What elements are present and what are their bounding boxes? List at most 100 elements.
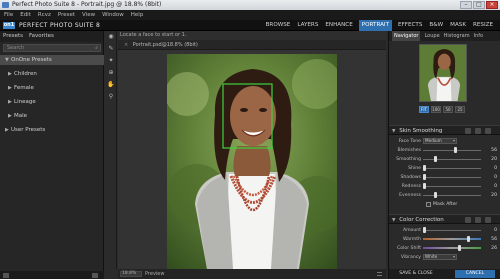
- reset-icon[interactable]: [465, 128, 471, 134]
- section-menu-icon[interactable]: [485, 128, 491, 134]
- mask-after-checkbox[interactable]: [426, 202, 431, 207]
- perfect-brush-icon[interactable]: ✎: [107, 45, 115, 53]
- slider-handle[interactable]: [434, 156, 437, 162]
- menu-item-file[interactable]: File: [4, 10, 13, 20]
- preset-item[interactable]: ▶ Lineage: [0, 97, 104, 107]
- photo-canvas[interactable]: [167, 54, 337, 269]
- cancel-button[interactable]: CANCEL: [455, 270, 495, 278]
- zoom-25-button[interactable]: 25: [455, 106, 465, 113]
- zoom-fit-button[interactable]: FIT: [419, 106, 429, 113]
- vibrancy-dropdown[interactable]: White: [423, 254, 457, 260]
- save-close-button[interactable]: SAVE & CLOSE: [393, 270, 439, 278]
- menu-item-window[interactable]: Window: [102, 10, 124, 20]
- menu-item-edit[interactable]: Edit: [20, 10, 31, 20]
- slider-track[interactable]: [423, 150, 481, 151]
- module-tab-enhance[interactable]: ENHANCE: [324, 20, 353, 31]
- close-button[interactable]: ×: [486, 1, 498, 9]
- module-tab-portrait[interactable]: PORTRAIT: [358, 20, 392, 31]
- tab-loupe[interactable]: Loupe: [424, 31, 439, 41]
- module-tab-resize[interactable]: RESIZE: [472, 20, 494, 31]
- slider-handle[interactable]: [423, 227, 426, 233]
- preset-item[interactable]: ▶ Male: [0, 111, 104, 121]
- menu-item-preset[interactable]: Preset: [58, 10, 75, 20]
- search-icon: ⌕: [95, 45, 98, 51]
- slider-handle[interactable]: [458, 245, 461, 251]
- visibility-icon[interactable]: [475, 217, 481, 223]
- preview-toggle[interactable]: Preview: [145, 269, 164, 279]
- retouch-brush-icon[interactable]: ✦: [107, 57, 115, 65]
- slider-track[interactable]: [423, 177, 481, 178]
- module-tab-browse[interactable]: BROWSE: [265, 20, 292, 31]
- slider-value[interactable]: 56: [491, 146, 497, 155]
- slider-value[interactable]: 0: [494, 182, 497, 191]
- tab-favorites[interactable]: Favorites: [29, 31, 54, 42]
- minimize-button[interactable]: –: [460, 1, 472, 9]
- skin-smoothing-header[interactable]: ▼ Skin Smoothing: [389, 125, 500, 135]
- slider-handle[interactable]: [467, 236, 470, 242]
- slider-value[interactable]: 0: [494, 226, 497, 235]
- slider-value[interactable]: 20: [491, 191, 497, 200]
- app-icon: [2, 2, 9, 8]
- slider-value[interactable]: 26: [491, 244, 497, 253]
- hand-tool-icon[interactable]: ✋: [107, 81, 115, 89]
- zoom-tool-icon[interactable]: ⚲: [107, 93, 115, 101]
- slider-track[interactable]: [423, 186, 481, 187]
- zoom-field[interactable]: 18.8%: [120, 271, 142, 277]
- menu-item-help[interactable]: Help: [131, 10, 144, 20]
- slider-track[interactable]: [423, 195, 481, 196]
- slider-value[interactable]: 0: [494, 164, 497, 173]
- slider-track[interactable]: [423, 247, 481, 249]
- presets-footer: [0, 271, 104, 279]
- slider-handle[interactable]: [423, 165, 426, 171]
- menu-item-view[interactable]: View: [82, 10, 95, 20]
- face-tool-icon[interactable]: ◉: [107, 33, 115, 41]
- slider-value[interactable]: 20: [491, 155, 497, 164]
- section-menu-icon[interactable]: [485, 217, 491, 223]
- preset-item[interactable]: ▶ User Presets: [0, 125, 104, 135]
- preset-search-input[interactable]: Search ⌕: [3, 44, 101, 52]
- tab-info[interactable]: Info: [474, 31, 483, 41]
- vibrancy-label: Vibrancy: [400, 255, 421, 260]
- slider-track[interactable]: [423, 230, 481, 231]
- slider-value[interactable]: 0: [494, 173, 497, 182]
- brand-logo: on1: [3, 22, 15, 29]
- slider-track[interactable]: [423, 168, 481, 169]
- hint-text: Locate a face to start or 1.: [118, 31, 386, 40]
- face-tone-dropdown[interactable]: Medium: [423, 138, 457, 144]
- visibility-icon[interactable]: [475, 128, 481, 134]
- zoom-50-button[interactable]: 50: [443, 106, 453, 113]
- slider-track[interactable]: [423, 159, 481, 160]
- clone-stamp-icon[interactable]: ⊕: [107, 69, 115, 77]
- maximize-button[interactable]: □: [473, 1, 485, 9]
- delete-preset-icon[interactable]: [92, 273, 98, 278]
- evenness-row: Evenness 20: [389, 191, 500, 200]
- tab-presets[interactable]: Presets: [3, 31, 23, 42]
- module-tab-bw[interactable]: B&W: [428, 20, 444, 31]
- zoom-100-button[interactable]: 100: [431, 106, 441, 113]
- panel-grip-icon[interactable]: [377, 272, 382, 276]
- document-tab[interactable]: × Portrait.psd@18.8% (8bit): [118, 40, 386, 50]
- menu-item-rcvz[interactable]: Rcvz: [38, 10, 51, 20]
- slider-value[interactable]: 56: [491, 235, 497, 244]
- preset-item[interactable]: ▼ OnOne Presets: [0, 55, 104, 65]
- module-tab-mask[interactable]: MASK: [449, 20, 467, 31]
- preset-item[interactable]: ▶ Female: [0, 83, 104, 93]
- close-doc-icon[interactable]: ×: [124, 42, 128, 48]
- slider-handle[interactable]: [423, 183, 426, 189]
- slider-handle[interactable]: [423, 174, 426, 180]
- navigator-thumbnail[interactable]: [419, 44, 467, 102]
- add-preset-icon[interactable]: [3, 273, 9, 278]
- brand-name: PERFECT PHOTO SUITE 8: [19, 22, 101, 29]
- tab-histogram[interactable]: Histogram: [444, 31, 470, 41]
- portrait-photo: [167, 54, 337, 269]
- reset-icon[interactable]: [465, 217, 471, 223]
- slider-track[interactable]: [423, 238, 481, 240]
- color-correction-header[interactable]: ▼ Color Correction: [389, 214, 500, 224]
- preset-item[interactable]: ▶ Children: [0, 69, 104, 79]
- tab-navigator[interactable]: Navigator: [392, 31, 421, 41]
- module-tab-layers[interactable]: LAYERS: [296, 20, 319, 31]
- module-tab-effects[interactable]: EFFECTS: [397, 20, 423, 31]
- preset-item-label: Male: [14, 113, 28, 119]
- slider-handle[interactable]: [434, 192, 437, 198]
- slider-handle[interactable]: [454, 147, 457, 153]
